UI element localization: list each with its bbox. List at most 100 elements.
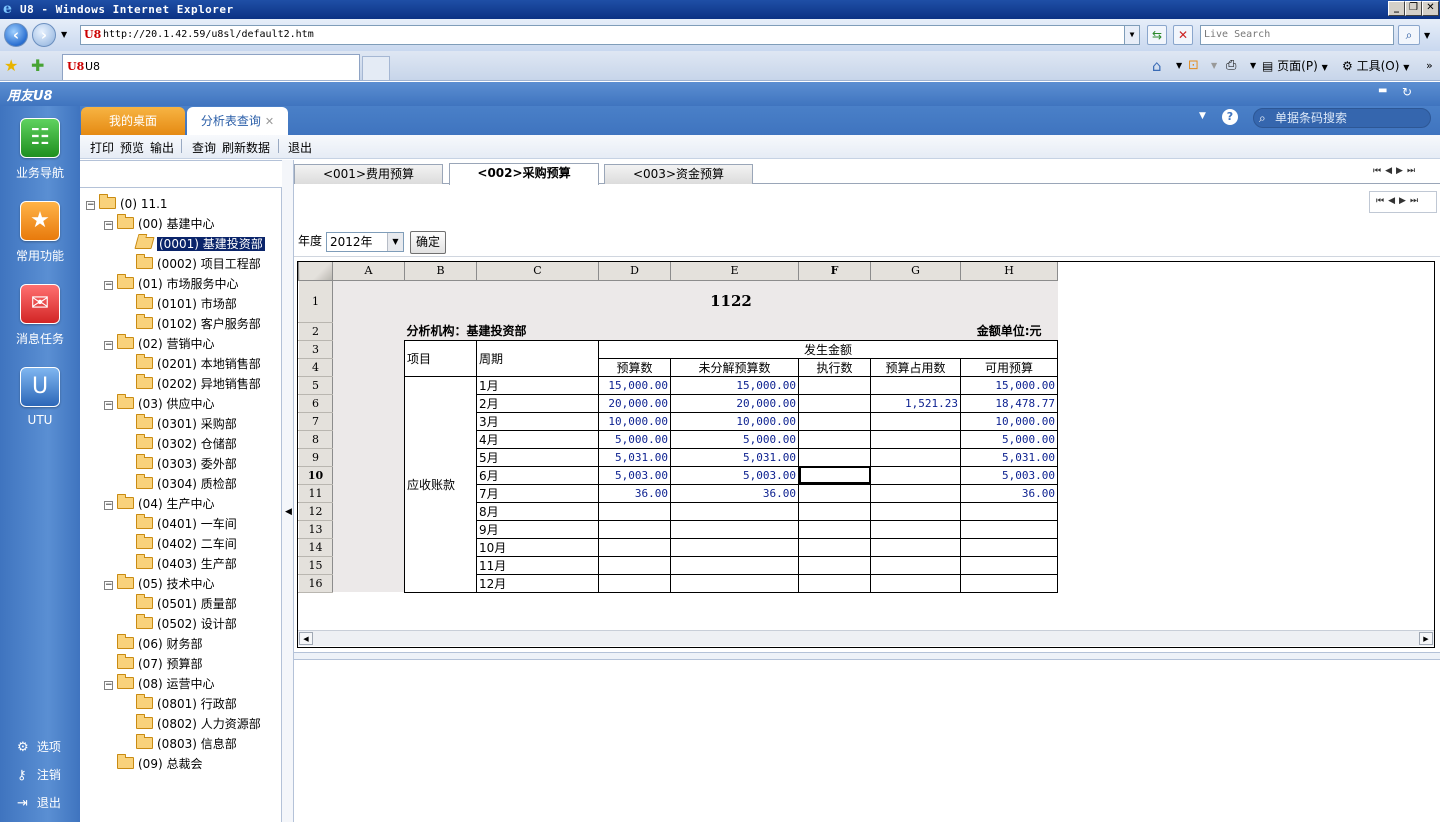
value-cell[interactable] — [960, 519, 1058, 539]
nav-logout[interactable]: ⚷ 注销 — [17, 766, 61, 783]
value-cell[interactable] — [960, 555, 1058, 575]
value-cell[interactable] — [798, 501, 871, 521]
scroll-left-icon[interactable]: ◀ — [299, 632, 313, 645]
tree-node[interactable]: (0301) 采购部 — [136, 414, 237, 434]
row-header[interactable]: 6 — [298, 393, 333, 413]
value-cell[interactable] — [598, 537, 671, 557]
row-header[interactable]: 16 — [298, 573, 333, 593]
select-all-corner[interactable] — [298, 262, 333, 281]
value-cell[interactable] — [598, 573, 671, 593]
tree-node[interactable]: (0803) 信息部 — [136, 734, 237, 754]
value-cell[interactable] — [670, 501, 799, 521]
column-header[interactable]: B — [404, 262, 477, 281]
value-cell[interactable] — [870, 465, 961, 485]
value-cell[interactable] — [798, 411, 871, 431]
tree-node[interactable]: (0201) 本地销售部 — [136, 354, 261, 374]
cell[interactable] — [332, 520, 405, 538]
value-cell[interactable] — [798, 537, 871, 557]
tree-node[interactable]: (0304) 质检部 — [136, 474, 237, 494]
cell[interactable] — [332, 280, 405, 322]
more-commands-icon[interactable]: » — [1426, 58, 1433, 74]
row-header[interactable]: 7 — [298, 411, 333, 431]
home-icon[interactable]: ⌂ — [1152, 58, 1162, 74]
value-cell[interactable] — [798, 573, 871, 593]
refresh-data-button[interactable]: 刷新数据 — [222, 139, 270, 156]
export-button[interactable]: 输出 — [150, 139, 174, 156]
horizontal-scrollbar[interactable]: ◀ ▶ — [298, 630, 1434, 646]
value-cell[interactable] — [670, 555, 799, 575]
value-cell[interactable] — [870, 555, 961, 575]
collapse-icon[interactable]: − — [104, 501, 113, 510]
value-cell[interactable] — [960, 537, 1058, 557]
period-cell[interactable]: 11月 — [476, 555, 599, 575]
print-icon[interactable]: ⎙ — [1226, 58, 1236, 74]
value-cell[interactable] — [870, 447, 961, 467]
period-cell[interactable]: 3月 — [476, 411, 599, 431]
value-cell[interactable] — [798, 447, 871, 467]
value-cell[interactable] — [870, 537, 961, 557]
tree-node[interactable]: − (02) 营销中心 — [104, 334, 214, 354]
value-cell[interactable]: 5,000.00 — [670, 429, 799, 449]
confirm-button[interactable]: 确定 — [410, 231, 446, 254]
barcode-search-input[interactable]: ⌕ 单据条码搜索 — [1253, 108, 1431, 128]
page-navigator-buttons[interactable]: ⏮◀▶⏭ — [1376, 196, 1422, 206]
tree-node[interactable]: − (01) 市场服务中心 — [104, 274, 238, 294]
value-cell[interactable]: 10,000.00 — [598, 411, 671, 431]
stop-button[interactable]: ✕ — [1173, 25, 1193, 45]
tree-node[interactable]: (0801) 行政部 — [136, 694, 237, 714]
cell[interactable] — [1058, 448, 1063, 466]
value-cell[interactable]: 10,000.00 — [960, 411, 1058, 431]
value-cell[interactable]: 1,521.23 — [870, 393, 961, 413]
row-header[interactable]: 15 — [298, 555, 333, 575]
row-header[interactable]: 12 — [298, 501, 333, 521]
collapse-icon[interactable]: − — [104, 341, 113, 350]
nav-messages[interactable]: ✉ 消息任务 — [0, 284, 80, 347]
subtab-purchase-budget[interactable]: <002>采购预算 — [449, 163, 599, 185]
value-cell[interactable]: 20,000.00 — [598, 393, 671, 413]
value-cell[interactable] — [798, 519, 871, 539]
value-cell[interactable] — [870, 573, 961, 593]
favorites-star-icon[interactable]: ★ — [4, 57, 18, 75]
value-cell[interactable] — [798, 465, 871, 485]
forward-button[interactable]: › — [32, 23, 56, 47]
tree-node[interactable]: (0402) 二车间 — [136, 534, 237, 554]
tree-node[interactable]: (06) 财务部 — [104, 634, 202, 654]
row-header[interactable]: 4 — [298, 357, 333, 377]
column-header[interactable]: H — [960, 262, 1058, 281]
year-dropdown-icon[interactable]: ▼ — [387, 233, 403, 251]
column-header[interactable]: C — [476, 262, 599, 281]
address-dropdown-icon[interactable]: ▼ — [1124, 26, 1139, 44]
tab-my-desktop[interactable]: 我的桌面 — [81, 107, 185, 135]
row-header[interactable]: 14 — [298, 537, 333, 557]
print-dropdown-icon[interactable]: ▼ — [1250, 58, 1256, 74]
collapse-icon[interactable]: − — [104, 581, 113, 590]
value-cell[interactable] — [870, 519, 961, 539]
cell[interactable] — [670, 322, 799, 340]
tree-node[interactable]: − (00) 基建中心 — [104, 214, 214, 234]
cell[interactable] — [1058, 466, 1063, 484]
cell[interactable] — [332, 322, 405, 340]
tree-node[interactable]: (0502) 设计部 — [136, 614, 237, 634]
tree-node[interactable]: (0403) 生产部 — [136, 554, 237, 574]
column-header[interactable]: F — [798, 262, 871, 281]
tree-node[interactable]: (0802) 人力资源部 — [136, 714, 261, 734]
cell[interactable] — [332, 358, 405, 376]
new-tab-button[interactable] — [362, 56, 390, 80]
refresh-desktop-icon[interactable]: ↻ — [1402, 85, 1412, 99]
period-cell[interactable]: 12月 — [476, 573, 599, 593]
tree-node[interactable]: (0202) 异地销售部 — [136, 374, 261, 394]
collapse-header-icon[interactable]: ▬ — [1378, 85, 1387, 96]
tools-menu[interactable]: ⚙ 工具(O) ▼ — [1342, 58, 1409, 76]
value-cell[interactable]: 5,031.00 — [598, 447, 671, 467]
value-cell[interactable]: 15,000.00 — [598, 375, 671, 395]
search-options-icon[interactable]: ▼ — [1424, 31, 1430, 40]
cell[interactable] — [1058, 322, 1063, 340]
value-cell[interactable] — [870, 501, 961, 521]
row-header[interactable]: 3 — [298, 339, 333, 359]
row-header[interactable]: 1 — [298, 279, 333, 323]
cell[interactable] — [332, 340, 405, 358]
period-cell[interactable]: 7月 — [476, 483, 599, 503]
value-cell[interactable] — [870, 483, 961, 503]
period-cell[interactable]: 8月 — [476, 501, 599, 521]
value-cell[interactable] — [798, 555, 871, 575]
